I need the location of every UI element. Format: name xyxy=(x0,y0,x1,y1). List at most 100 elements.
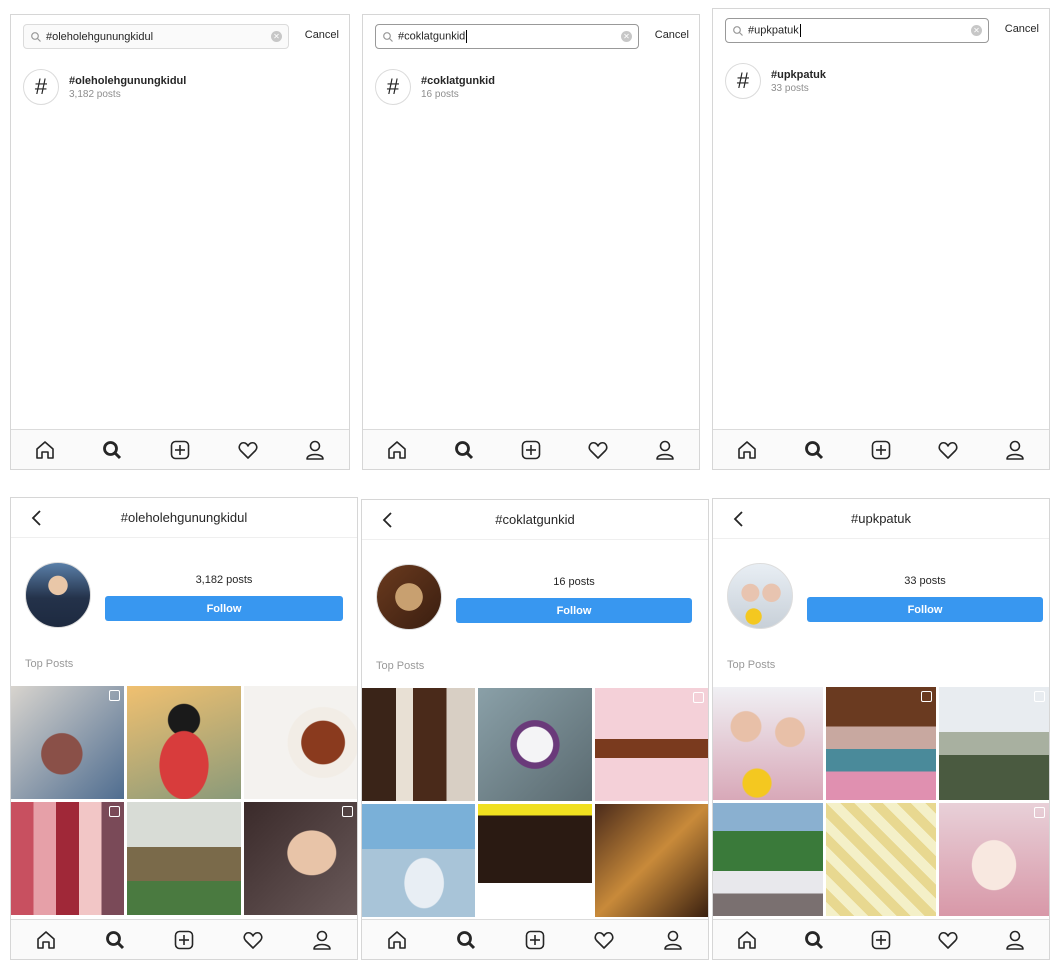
hashtag-avatar xyxy=(25,562,91,628)
clear-icon[interactable]: ✕ xyxy=(271,31,282,42)
cancel-button[interactable]: Cancel xyxy=(305,29,339,41)
home-icon[interactable] xyxy=(386,439,408,461)
page-title: #coklatgunkid xyxy=(495,512,575,527)
hashtag-page-2: #coklatgunkid 16 posts Follow Top Posts xyxy=(361,499,709,960)
post-thumbnail[interactable] xyxy=(478,688,592,801)
post-thumbnail[interactable] xyxy=(826,687,936,800)
multi-photo-icon xyxy=(109,806,121,817)
search-icon[interactable] xyxy=(803,439,825,461)
follow-button[interactable]: Follow xyxy=(456,598,692,623)
text-cursor xyxy=(466,30,468,43)
bottom-nav xyxy=(713,429,1049,469)
home-icon[interactable] xyxy=(34,439,56,461)
profile-icon[interactable] xyxy=(1004,439,1026,461)
bottom-nav xyxy=(363,429,699,469)
follow-button[interactable]: Follow xyxy=(105,596,343,621)
bottom-nav xyxy=(362,919,708,959)
home-icon[interactable] xyxy=(386,929,408,951)
post-thumbnail[interactable] xyxy=(127,686,241,799)
post-thumbnail[interactable] xyxy=(939,803,1049,916)
search-input[interactable]: #oleholehgunungkidul ✕ xyxy=(23,24,289,49)
bottom-nav xyxy=(713,919,1049,959)
post-thumbnail[interactable] xyxy=(713,803,823,916)
post-thumbnail[interactable] xyxy=(594,804,708,917)
bottom-nav xyxy=(11,919,357,959)
heart-icon[interactable] xyxy=(937,439,959,461)
search-icon[interactable] xyxy=(453,439,475,461)
post-count: 33 posts xyxy=(904,575,946,587)
clear-icon[interactable]: ✕ xyxy=(971,25,982,36)
add-icon[interactable] xyxy=(173,929,195,951)
profile-icon[interactable] xyxy=(662,929,684,951)
back-arrow-icon[interactable] xyxy=(380,510,396,530)
heart-icon[interactable] xyxy=(593,929,615,951)
profile-icon[interactable] xyxy=(304,439,326,461)
top-posts-label: Top Posts xyxy=(376,660,425,672)
search-input[interactable]: #coklatgunkid ✕ xyxy=(375,24,639,49)
back-arrow-icon[interactable] xyxy=(29,508,45,528)
cancel-button[interactable]: Cancel xyxy=(1005,23,1039,35)
top-posts-label: Top Posts xyxy=(727,659,776,671)
post-thumbnail[interactable] xyxy=(243,686,357,799)
add-icon[interactable] xyxy=(520,439,542,461)
post-grid xyxy=(713,687,1049,916)
hashtag-result[interactable]: # #coklatgunkid 16 posts xyxy=(375,69,495,105)
search-icon[interactable] xyxy=(803,929,825,951)
hashtag-name: #coklatgunkid xyxy=(421,74,495,87)
multi-photo-icon xyxy=(1034,807,1045,818)
hashtag-result[interactable]: # #upkpatuk 33 posts xyxy=(725,63,826,99)
post-thumbnail[interactable] xyxy=(478,804,592,917)
post-thumbnail[interactable] xyxy=(713,687,823,800)
post-count: 3,182 posts xyxy=(195,574,253,586)
post-thumbnail[interactable] xyxy=(11,686,125,799)
post-thumbnail[interactable] xyxy=(11,802,125,915)
hashtag-avatar xyxy=(727,563,793,629)
hashtag-page-1: #oleholehgunungkidul 3,182 posts Follow … xyxy=(10,497,358,960)
add-icon[interactable] xyxy=(169,439,191,461)
bottom-nav xyxy=(11,429,349,469)
add-icon[interactable] xyxy=(524,929,546,951)
home-icon[interactable] xyxy=(736,439,758,461)
post-thumbnail[interactable] xyxy=(362,688,476,801)
search-screen-2: #coklatgunkid ✕ Cancel # #coklatgunkid 1… xyxy=(362,14,700,470)
home-icon[interactable] xyxy=(736,929,758,951)
back-arrow-icon[interactable] xyxy=(731,509,747,529)
multi-photo-icon xyxy=(693,692,704,703)
search-query: #coklatgunkid xyxy=(398,30,466,43)
post-thumbnail[interactable] xyxy=(826,803,936,916)
post-thumbnail[interactable] xyxy=(939,687,1049,800)
post-grid xyxy=(11,686,357,915)
search-screen-3: #upkpatuk ✕ Cancel # #upkpatuk 33 posts xyxy=(712,8,1050,470)
search-icon[interactable] xyxy=(455,929,477,951)
post-thumbnail[interactable] xyxy=(362,804,476,917)
add-icon[interactable] xyxy=(870,929,892,951)
home-icon[interactable] xyxy=(35,929,57,951)
multi-photo-icon xyxy=(342,806,353,817)
page-title: #oleholehgunungkidul xyxy=(120,510,248,525)
heart-icon[interactable] xyxy=(587,439,609,461)
profile-icon[interactable] xyxy=(1004,929,1026,951)
hashtag-post-count: 3,182 posts xyxy=(69,88,121,100)
hashtag-icon: # xyxy=(725,63,761,99)
cancel-button[interactable]: Cancel xyxy=(655,29,689,41)
post-thumbnail[interactable] xyxy=(127,802,241,915)
heart-icon[interactable] xyxy=(237,439,259,461)
profile-icon[interactable] xyxy=(311,929,333,951)
post-thumbnail[interactable] xyxy=(243,802,357,915)
add-icon[interactable] xyxy=(870,439,892,461)
profile-icon[interactable] xyxy=(654,439,676,461)
post-count: 16 posts xyxy=(553,576,595,588)
heart-icon[interactable] xyxy=(937,929,959,951)
clear-icon[interactable]: ✕ xyxy=(621,31,632,42)
search-input[interactable]: #upkpatuk ✕ xyxy=(725,18,989,43)
hashtag-name: #oleholehgunungkidul xyxy=(69,74,187,87)
hashtag-result[interactable]: # #oleholehgunungkidul 3,182 posts xyxy=(23,69,186,105)
hashtag-icon: # xyxy=(375,69,411,105)
text-cursor xyxy=(799,24,801,37)
heart-icon[interactable] xyxy=(242,929,264,951)
search-icon[interactable] xyxy=(104,929,126,951)
post-thumbnail[interactable] xyxy=(594,688,708,801)
page-header: #coklatgunkid xyxy=(362,500,708,540)
search-icon[interactable] xyxy=(101,439,123,461)
follow-button[interactable]: Follow xyxy=(807,597,1043,622)
